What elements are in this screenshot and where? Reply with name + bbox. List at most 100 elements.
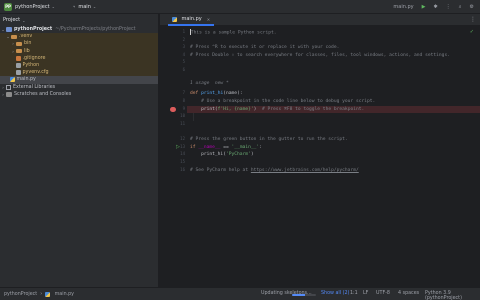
- code-line-3: # Press ^R to execute it or replace it w…: [190, 45, 340, 50]
- project-view-title: Project: [3, 17, 21, 23]
- editor-tabs: main.py ✕ ⋮: [160, 14, 480, 26]
- help-link[interactable]: https://www.jetbrains.com/help/pycharm/: [251, 168, 359, 173]
- git-file-icon: [16, 55, 21, 61]
- project-tool-window: Project ⌄ ⌄ pythonProject ~/PycharmProje…: [0, 14, 159, 287]
- title-bar: PP pythonProject ⌄ ⑂ main ⌄ main.py ▶ ✱ …: [0, 0, 480, 14]
- close-icon[interactable]: ✕: [207, 17, 210, 22]
- more-actions-icon[interactable]: ⋮: [446, 4, 451, 10]
- python-interpreter[interactable]: Python 3.9 (pythonProject): [425, 291, 480, 300]
- tree-item-label: External Libraries: [13, 84, 56, 90]
- folder-icon: [6, 27, 12, 32]
- line-number: 14: [180, 151, 185, 156]
- python-file-icon: [10, 77, 15, 83]
- status-bar: pythonProject › main.py Updating skeleto…: [0, 287, 480, 300]
- breadcrumb-project[interactable]: pythonProject: [4, 292, 37, 297]
- tree-item-label: pyvenv.cfg: [22, 70, 49, 76]
- line-number: 6: [182, 66, 185, 72]
- tree-item-label: .venv: [19, 34, 33, 40]
- indent-setting[interactable]: 4 spaces: [398, 291, 419, 296]
- project-switcher[interactable]: pythonProject: [15, 4, 50, 10]
- tree-item-path: ~/PycharmProjects/pythonProject: [55, 27, 136, 33]
- library-icon: [6, 84, 11, 90]
- tree-item-lib[interactable]: › lib: [0, 47, 158, 55]
- background-task-progress: [292, 294, 316, 296]
- tree-item-external-libraries[interactable]: › External Libraries: [0, 84, 158, 91]
- chevron-right-icon: ›: [40, 291, 43, 297]
- run-config-selector[interactable]: main.py: [393, 4, 413, 10]
- breadcrumb: pythonProject › main.py: [0, 291, 74, 297]
- line-number: 16: [180, 166, 185, 172]
- line-number: 9: [182, 105, 185, 111]
- chevron-down-icon: ⌄: [22, 17, 26, 23]
- scratches-icon: [6, 92, 12, 97]
- folder-icon: [16, 41, 22, 47]
- tree-item-project-root[interactable]: ⌄ pythonProject ~/PycharmProjects/python…: [0, 26, 158, 33]
- tree-item-label: Python: [22, 63, 40, 69]
- line-separator[interactable]: LF: [363, 291, 368, 296]
- tree-item-label: pythonProject: [14, 27, 53, 33]
- tree-item-label: lib: [24, 48, 30, 54]
- progress-fill: [292, 294, 306, 296]
- line-number: 11: [180, 121, 185, 126]
- titlebar-actions: main.py ▶ ✱ ⋮ ⌕ ⚙: [393, 0, 474, 14]
- python-file-icon: [45, 291, 50, 297]
- config-file-icon: [16, 70, 21, 76]
- debug-icon[interactable]: ✱: [434, 4, 438, 10]
- tree-item-pyvenv[interactable]: pyvenv.cfg: [0, 69, 158, 77]
- run-icon[interactable]: ▶: [422, 4, 426, 10]
- project-tree: ⌄ pythonProject ~/PycharmProjects/python…: [0, 26, 158, 98]
- line-number: 1: [182, 29, 185, 34]
- tree-item-label: bin: [24, 41, 32, 47]
- code-line-14: print_hi('PyCharm'): [190, 152, 254, 157]
- inspection-ok-icon[interactable]: ✓: [470, 29, 474, 35]
- caret-position[interactable]: 1:1: [350, 291, 358, 296]
- line-number: 10: [180, 113, 185, 118]
- line-number: 5: [182, 59, 185, 64]
- editor-gutter[interactable]: 1 2 3 4 5 6 7 8 9 10 11 12 ▷ 13 14 15 16: [160, 27, 187, 287]
- tree-item-python[interactable]: Python: [0, 61, 158, 70]
- tree-item-label: main.py: [16, 77, 36, 83]
- tab-label: main.py: [181, 16, 202, 22]
- project-view-header[interactable]: Project ⌄: [0, 14, 158, 26]
- project-badge-icon: PP: [4, 2, 12, 11]
- line-number: 4: [182, 51, 185, 57]
- tab-main-py[interactable]: main.py ✕: [168, 14, 215, 26]
- tree-item-main-py[interactable]: main.py: [0, 76, 158, 84]
- tabs-menu-icon[interactable]: ⋮: [470, 16, 476, 23]
- line-number: 7: [182, 90, 185, 95]
- show-all-tasks-link[interactable]: Show all (2): [321, 291, 349, 296]
- line-number: 15: [180, 159, 185, 164]
- tree-item-label: .gitignore: [22, 55, 46, 61]
- python-file-icon: [172, 16, 177, 22]
- chevron-down-icon: ⌄: [92, 4, 97, 9]
- branch-icon: ⑂: [72, 4, 76, 9]
- code-line-1: This is a sample Python script.: [190, 29, 277, 36]
- tree-item-gitignore[interactable]: .gitignore: [0, 54, 158, 62]
- chevron-down-icon: ⌄: [51, 4, 55, 9]
- breadcrumb-file[interactable]: main.py: [55, 292, 74, 297]
- tree-item-label: Scratches and Consoles: [14, 91, 72, 97]
- line-number: 3: [182, 44, 185, 49]
- code-line-9-breakpoint: print(f'Hi, {name}') # Press ⌘F8 to togg…: [187, 105, 480, 113]
- code-line-4: # Press Double ⇧ to search everywhere fo…: [190, 52, 450, 58]
- code-editor[interactable]: ✓ This is a sample Python script. # Pres…: [187, 27, 480, 287]
- tree-item-venv[interactable]: ⌄ .venv: [0, 33, 158, 41]
- code-line-7: def print_hi(name):: [190, 91, 243, 96]
- code-line-16: # See PyCharm help at https://www.jetbra…: [190, 167, 359, 173]
- code-line-8: # Use a breakpoint in the code line belo…: [190, 99, 376, 104]
- folder-icon: [16, 48, 22, 54]
- line-number: 13: [180, 143, 185, 149]
- settings-icon[interactable]: ⚙: [470, 4, 474, 10]
- tree-item-bin[interactable]: › bin: [0, 40, 158, 48]
- file-encoding[interactable]: UTF-8: [376, 291, 390, 296]
- search-everywhere-icon[interactable]: ⌕: [459, 4, 462, 10]
- tree-item-scratches[interactable]: › Scratches and Consoles: [0, 91, 158, 98]
- branch-switcher[interactable]: main: [78, 4, 91, 10]
- code-line-13: if __name__ == '__main__':: [190, 144, 262, 150]
- folder-icon: [11, 34, 17, 40]
- line-number: 2: [182, 36, 185, 42]
- code-line-12: # Press the green button in the gutter t…: [190, 137, 348, 142]
- line-number: 12: [180, 136, 185, 141]
- usages-inlay-hint[interactable]: 1 usage new *: [190, 80, 229, 88]
- line-number: 8: [182, 98, 185, 103]
